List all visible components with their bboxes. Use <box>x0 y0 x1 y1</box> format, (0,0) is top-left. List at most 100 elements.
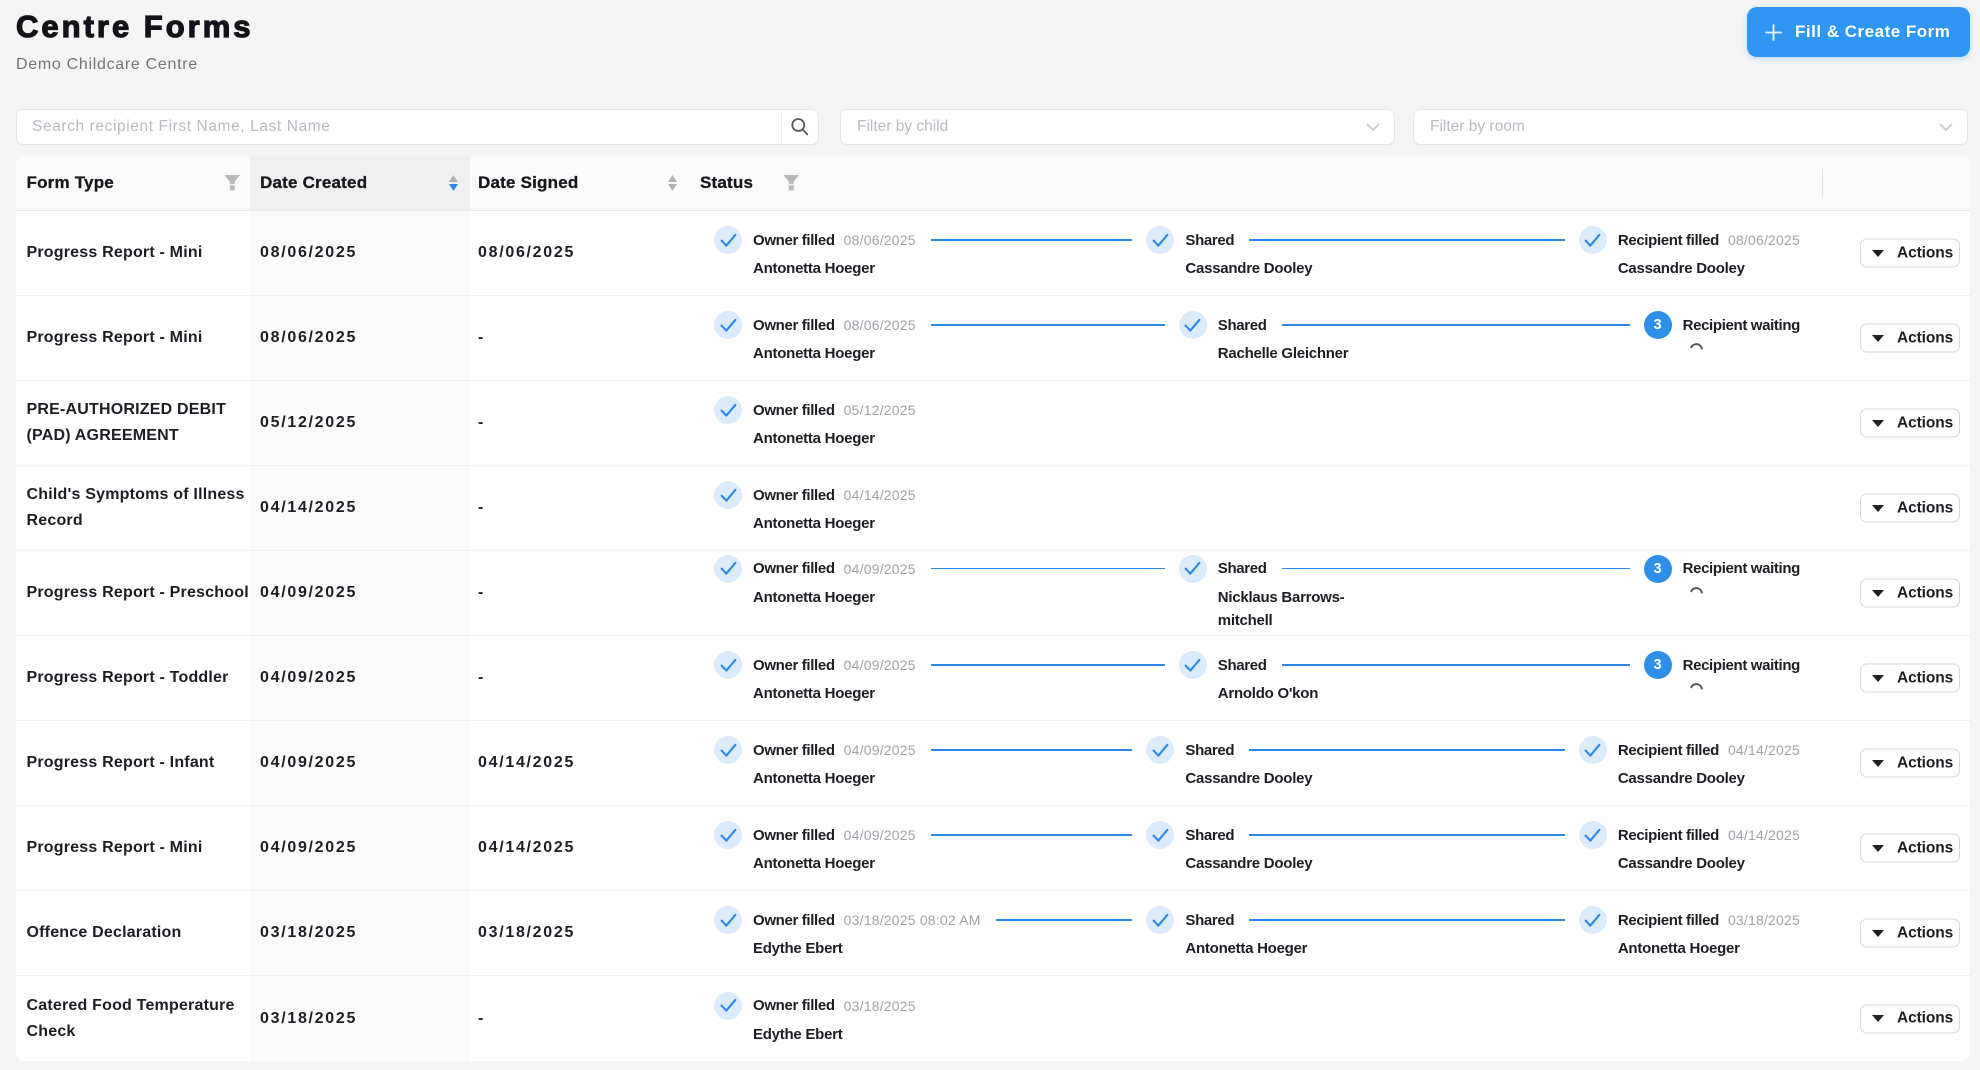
filter-icon[interactable] <box>782 175 800 191</box>
status-check-circle <box>714 651 742 679</box>
filter-by-room-select[interactable]: Filter by room <box>1413 109 1968 145</box>
status-step-label: Shared <box>1185 826 1235 844</box>
table-row: Catered Food Temperature Check 03/18/2025… <box>16 976 1970 1061</box>
status-connector-line <box>1249 239 1565 241</box>
column-header-status[interactable]: Status <box>700 156 753 210</box>
status-step-label: Recipient filled <box>1617 911 1719 929</box>
filter-icon[interactable] <box>224 175 241 191</box>
sort-icons-date-created[interactable] <box>449 175 458 191</box>
status-timeline: Owner filled 05/12/2025 Antonetta Hoeger <box>714 381 1800 465</box>
cell-date-created: 08/06/2025 <box>260 329 358 346</box>
actions-button[interactable]: Actions <box>1860 323 1960 353</box>
cell-form-type: Progress Report - Mini <box>26 244 203 261</box>
status-step-top: Shared <box>1146 906 1578 934</box>
recipient-search-input[interactable] <box>17 110 781 144</box>
status-step: Recipient filled 08/06/2025 Cassandre Dool… <box>1578 226 1800 280</box>
actions-button[interactable]: Actions <box>1860 1004 1960 1033</box>
actions-button[interactable]: Actions <box>1860 833 1960 863</box>
status-step-label: Shared <box>1185 741 1235 759</box>
cell-date-created: 03/18/2025 <box>260 924 358 941</box>
status-step-top: 3 Recipient waiting <box>1643 311 1800 339</box>
status-steps: Owner filled 03/18/2025 Edythe Ebert <box>714 991 1800 1046</box>
status-connector-line <box>1281 664 1630 666</box>
actions-button[interactable]: Actions <box>1860 578 1960 608</box>
sort-icons-date-signed[interactable] <box>668 175 677 191</box>
status-timeline: Owner filled 04/09/2025 Antonetta Hoeger Sh… <box>714 636 1800 720</box>
actions-button[interactable]: Actions <box>1860 748 1960 778</box>
status-check-circle <box>1578 906 1607 934</box>
status-step-top: Owner filled 04/09/2025 <box>714 651 1179 679</box>
filter-by-child-placeholder: Filter by child <box>857 118 949 135</box>
fill-create-form-button[interactable]: Fill & Create Form <box>1747 7 1970 57</box>
cell-date-created: 08/06/2025 <box>260 244 358 261</box>
loading-spinner-icon <box>1689 586 1703 594</box>
column-header-form-type[interactable]: Form Type <box>26 156 114 210</box>
status-step-name: Cassandre Dooley <box>1617 855 1745 872</box>
actions-button[interactable]: Actions <box>1860 408 1960 438</box>
status-step-label: Recipient filled <box>1617 231 1719 249</box>
status-step: Owner filled 04/09/2025 Antonetta Hoeger <box>714 736 1146 790</box>
column-header-date-signed[interactable]: Date Signed <box>478 156 579 210</box>
status-check-circle <box>1578 736 1607 764</box>
status-check-circle <box>714 554 742 583</box>
cell-date-created: 05/12/2025 <box>260 414 358 431</box>
status-step-top: Recipient filled 03/18/2025 <box>1578 906 1800 934</box>
actions-button[interactable]: Actions <box>1860 918 1960 948</box>
status-step-label: Shared <box>1217 560 1267 577</box>
status-step-top: Recipient filled 04/14/2025 <box>1578 821 1800 849</box>
sort-up-icon <box>668 175 677 182</box>
status-step-date: 03/18/2025 08:02 AM <box>843 912 981 928</box>
status-step-label: Owner filled <box>753 911 835 929</box>
status-step-name: Antonetta Hoeger <box>753 855 875 872</box>
table-row: Progress Report - Mini 08/06/2025 08/06/20… <box>16 211 1970 296</box>
status-timeline: Owner filled 03/18/2025 08:02 AM Edythe Eb… <box>714 891 1800 975</box>
status-step-label: Owner filled <box>753 401 835 419</box>
status-step-label: Owner filled <box>753 231 835 249</box>
actions-button[interactable]: Actions <box>1860 238 1960 268</box>
status-check-circle <box>1178 554 1207 583</box>
status-step: Shared Cassandre Dooley <box>1146 821 1578 875</box>
status-step-date: 03/18/2025 <box>843 997 916 1014</box>
table-row: Progress Report - Preschool 04/09/2025 - Ow… <box>16 551 1970 636</box>
status-connector-line <box>995 919 1133 921</box>
status-step: Owner filled 04/09/2025 Antonetta Hoeger <box>714 651 1179 705</box>
check-icon <box>720 403 736 417</box>
status-connector-line <box>1249 834 1565 836</box>
actions-button[interactable]: Actions <box>1860 663 1960 693</box>
check-icon <box>1584 828 1601 842</box>
status-step-top: Shared <box>1146 226 1578 254</box>
cell-form-type: Catered Food Temperature Check <box>26 996 235 1040</box>
cell-date-created: 04/09/2025 <box>260 669 358 686</box>
status-step-top: Shared <box>1146 736 1578 764</box>
status-step-top: Owner filled 04/09/2025 <box>714 821 1146 849</box>
cell-date-signed: 08/06/2025 <box>478 244 576 261</box>
status-step-top: Shared <box>1178 651 1644 679</box>
check-icon <box>1184 561 1201 575</box>
search-icon <box>791 118 809 136</box>
status-step-label: Owner filled <box>753 486 835 504</box>
column-header-date-created[interactable]: Date Created <box>260 156 367 210</box>
status-step-name: Antonetta Hoeger <box>753 430 875 447</box>
status-step: Shared Antonetta Hoeger <box>1146 906 1578 960</box>
status-steps: Owner filled 08/06/2025 Antonetta Hoeger Sh… <box>714 311 1800 365</box>
check-icon <box>1152 913 1169 927</box>
table-row: Progress Report - Mini 04/09/2025 04/14/20… <box>16 806 1970 891</box>
filter-by-child-select[interactable]: Filter by child <box>840 109 1395 145</box>
status-step-top: Owner filled 05/12/2025 <box>714 396 916 424</box>
status-check-circle <box>1146 736 1175 764</box>
check-icon <box>720 561 736 575</box>
table-row: Offence Declaration 03/18/2025 03/18/2025 O… <box>16 891 1970 976</box>
status-check-circle <box>714 821 742 849</box>
cell-date-signed: 04/14/2025 <box>478 754 576 771</box>
search-button[interactable] <box>781 110 818 144</box>
actions-label: Actions <box>1897 924 1954 941</box>
status-steps: Owner filled 08/06/2025 Antonetta Hoeger Sh… <box>714 226 1800 280</box>
status-step-name: Cassandre Dooley <box>1617 770 1745 787</box>
status-step-date: 04/09/2025 <box>843 742 916 758</box>
actions-button[interactable]: Actions <box>1860 493 1960 523</box>
table-row: Progress Report - Mini 08/06/2025 - Owner f… <box>16 296 1970 381</box>
status-connector-line <box>930 239 1133 241</box>
check-icon <box>1152 828 1169 842</box>
status-step-name: Nicklaus Barrows- mitchell <box>1217 588 1345 629</box>
status-step: 3 Recipient waiting <box>1643 651 1800 697</box>
